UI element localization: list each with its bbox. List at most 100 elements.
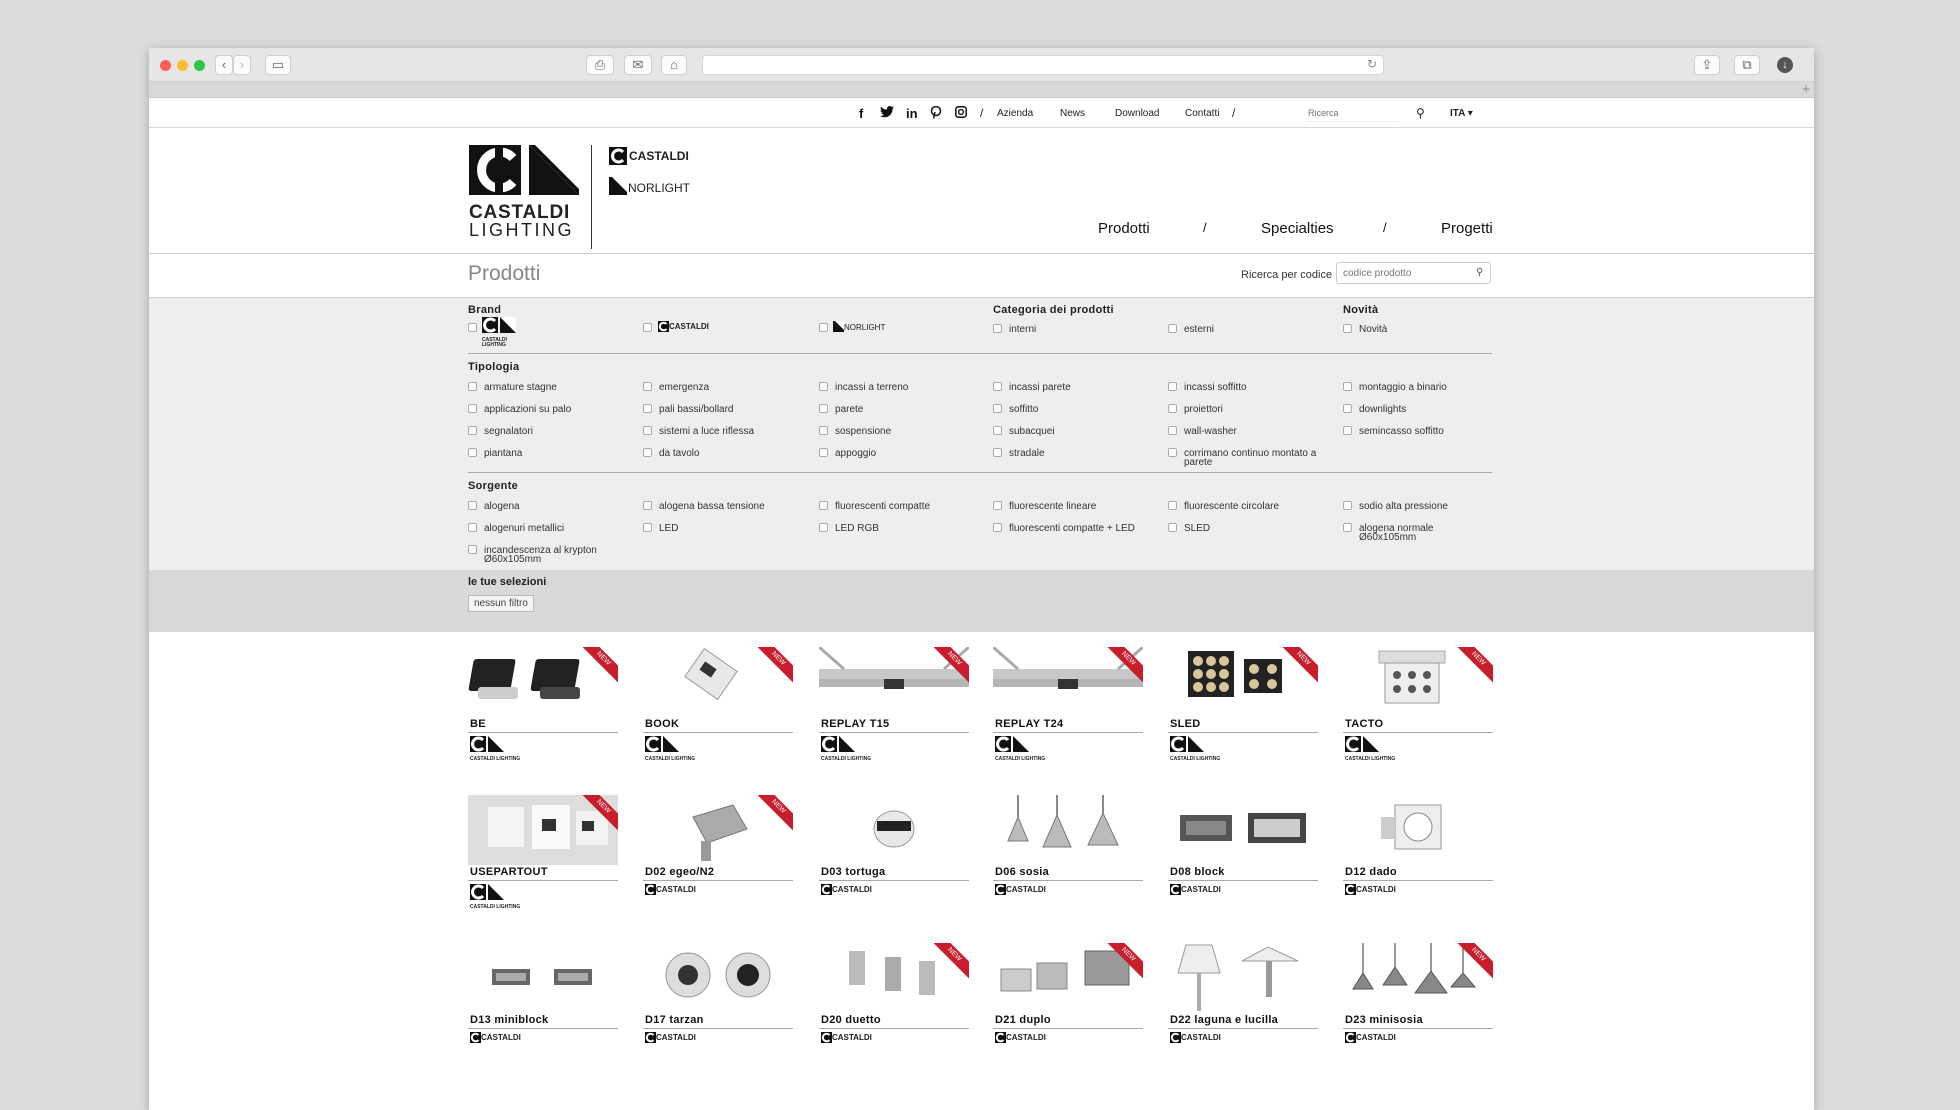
sorgente-checkbox[interactable]	[643, 523, 652, 532]
nav-link-download[interactable]: Download	[1115, 108, 1159, 119]
castaldi-mini-logo[interactable]: CASTALDI	[658, 321, 709, 332]
product-card[interactable]: NEW USEPARTOUT CASTALDI LIGHTING	[468, 795, 618, 910]
tipologia-checkbox[interactable]	[819, 448, 828, 457]
tipologia-checkbox[interactable]	[993, 382, 1002, 391]
product-image[interactable]	[1168, 795, 1318, 865]
tipologia-checkbox[interactable]	[643, 426, 652, 435]
address-bar[interactable]: ↻	[702, 55, 1384, 75]
brand-castaldi-lighting-checkbox[interactable]	[468, 323, 477, 332]
tipologia-checkbox[interactable]	[819, 382, 828, 391]
product-image[interactable]: NEW	[993, 647, 1143, 717]
facebook-icon[interactable]: f	[859, 106, 863, 121]
home-icon[interactable]: ⌂	[661, 55, 687, 75]
product-name[interactable]: REPLAY T24	[995, 718, 1063, 730]
product-card[interactable]: D12 dado CASTALDI	[1343, 795, 1493, 907]
product-image[interactable]	[1168, 943, 1318, 1013]
sidebar-icon[interactable]: ▭	[265, 55, 291, 75]
tipologia-checkbox[interactable]	[468, 426, 477, 435]
nav-link-azienda[interactable]: Azienda	[997, 108, 1033, 119]
product-name[interactable]: D12 dado	[1345, 866, 1397, 878]
product-name[interactable]: D08 block	[1170, 866, 1225, 878]
product-card[interactable]: NEW REPLAY T24 CASTALDI LIGHTING	[993, 647, 1143, 762]
tipologia-checkbox[interactable]	[643, 382, 652, 391]
product-image[interactable]	[819, 795, 969, 865]
tipologia-checkbox[interactable]	[1343, 426, 1352, 435]
sorgente-checkbox[interactable]	[1168, 523, 1177, 532]
product-card[interactable]: NEW D02 egeo/N2 CASTALDI	[643, 795, 793, 907]
product-card[interactable]: NEW D23 minisosia CASTALDI	[1343, 943, 1493, 1055]
product-card[interactable]: NEW TACTO CASTALDI LIGHTING	[1343, 647, 1493, 762]
share-icon[interactable]: ⇪	[1694, 55, 1720, 75]
product-name[interactable]: D06 sosia	[995, 866, 1049, 878]
product-image[interactable]: NEW	[819, 647, 969, 717]
sorgente-checkbox[interactable]	[468, 523, 477, 532]
tipologia-checkbox[interactable]	[993, 448, 1002, 457]
product-image[interactable]: NEW	[993, 943, 1143, 1013]
product-image[interactable]: NEW	[643, 647, 793, 717]
product-image[interactable]	[1343, 795, 1493, 865]
product-card[interactable]: NEW REPLAY T15 CASTALDI LIGHTING	[819, 647, 969, 762]
product-card[interactable]: NEW SLED CASTALDI LIGHTING	[1168, 647, 1318, 762]
product-name[interactable]: D22 laguna e lucilla	[1170, 1014, 1278, 1026]
tipologia-checkbox[interactable]	[993, 426, 1002, 435]
code-search-icon[interactable]: ⚲	[1476, 267, 1483, 278]
new-tab-icon[interactable]: +	[1802, 81, 1810, 96]
product-name[interactable]: D17 tarzan	[645, 1014, 704, 1026]
product-card[interactable]: NEW BE CASTALDI LIGHTING	[468, 647, 618, 762]
tipologia-checkbox[interactable]	[1168, 448, 1177, 457]
sorgente-checkbox[interactable]	[1343, 523, 1352, 532]
tabs-icon[interactable]: ⧉	[1734, 55, 1760, 75]
novita-checkbox[interactable]	[1343, 324, 1352, 333]
close-window-icon[interactable]	[160, 60, 171, 71]
product-card[interactable]: NEW BOOK CASTALDI LIGHTING	[643, 647, 793, 762]
product-name[interactable]: D02 egeo/N2	[645, 866, 714, 878]
mail-icon[interactable]: ✉	[624, 55, 652, 75]
search-icon[interactable]: ⚲	[1416, 106, 1425, 120]
sorgente-checkbox[interactable]	[819, 523, 828, 532]
product-name[interactable]: SLED	[1170, 718, 1201, 730]
norlight-mini-logo[interactable]: NORLIGHT	[833, 321, 885, 332]
product-name[interactable]: D03 tortuga	[821, 866, 885, 878]
tipologia-checkbox[interactable]	[643, 448, 652, 457]
product-image[interactable]: NEW	[643, 795, 793, 865]
norlight-brand-logo[interactable]: NORLIGHT	[609, 177, 690, 195]
nav-specialties[interactable]: Specialties	[1261, 220, 1334, 237]
product-name[interactable]: TACTO	[1345, 718, 1383, 730]
maximize-window-icon[interactable]	[194, 60, 205, 71]
tipologia-checkbox[interactable]	[643, 404, 652, 413]
tipologia-checkbox[interactable]	[993, 404, 1002, 413]
sorgente-checkbox[interactable]	[468, 545, 477, 554]
castaldi-lighting-logo[interactable]: CASTALDI LIGHTING	[469, 145, 579, 239]
pinterest-icon[interactable]	[930, 105, 942, 122]
sorgente-checkbox[interactable]	[1343, 501, 1352, 510]
linkedin-icon[interactable]: in	[906, 106, 918, 121]
minimize-window-icon[interactable]	[177, 60, 188, 71]
nav-link-news[interactable]: News	[1060, 108, 1085, 119]
castaldi-lighting-mini-logo[interactable]: CASTALDI LIGHTING	[482, 317, 516, 348]
sorgente-checkbox[interactable]	[1168, 501, 1177, 510]
tipologia-checkbox[interactable]	[819, 426, 828, 435]
product-card[interactable]: D08 block CASTALDI	[1168, 795, 1318, 907]
download-icon[interactable]: ↓	[1772, 55, 1798, 75]
tipologia-checkbox[interactable]	[819, 404, 828, 413]
brand-norlight-checkbox[interactable]	[819, 323, 828, 332]
print-icon[interactable]: ⎙	[586, 55, 614, 75]
forward-icon[interactable]: ›	[233, 55, 251, 75]
sorgente-checkbox[interactable]	[993, 523, 1002, 532]
back-icon[interactable]: ‹	[215, 55, 233, 75]
sorgente-checkbox[interactable]	[993, 501, 1002, 510]
product-image[interactable]: NEW	[819, 943, 969, 1013]
categoria-esterni-checkbox[interactable]	[1168, 324, 1177, 333]
tipologia-checkbox[interactable]	[1343, 382, 1352, 391]
nav-link-contatti[interactable]: Contatti	[1185, 108, 1219, 119]
tipologia-checkbox[interactable]	[468, 448, 477, 457]
language-select[interactable]: ITA ▾	[1450, 108, 1473, 119]
product-image[interactable]: NEW	[1343, 943, 1493, 1013]
twitter-icon[interactable]	[880, 106, 894, 121]
categoria-interni-checkbox[interactable]	[993, 324, 1002, 333]
tipologia-checkbox[interactable]	[1168, 404, 1177, 413]
tipologia-checkbox[interactable]	[1168, 426, 1177, 435]
product-image[interactable]: NEW	[468, 647, 618, 717]
castaldi-brand-logo[interactable]: CASTALDI	[609, 147, 689, 165]
product-name[interactable]: D23 minisosia	[1345, 1014, 1423, 1026]
